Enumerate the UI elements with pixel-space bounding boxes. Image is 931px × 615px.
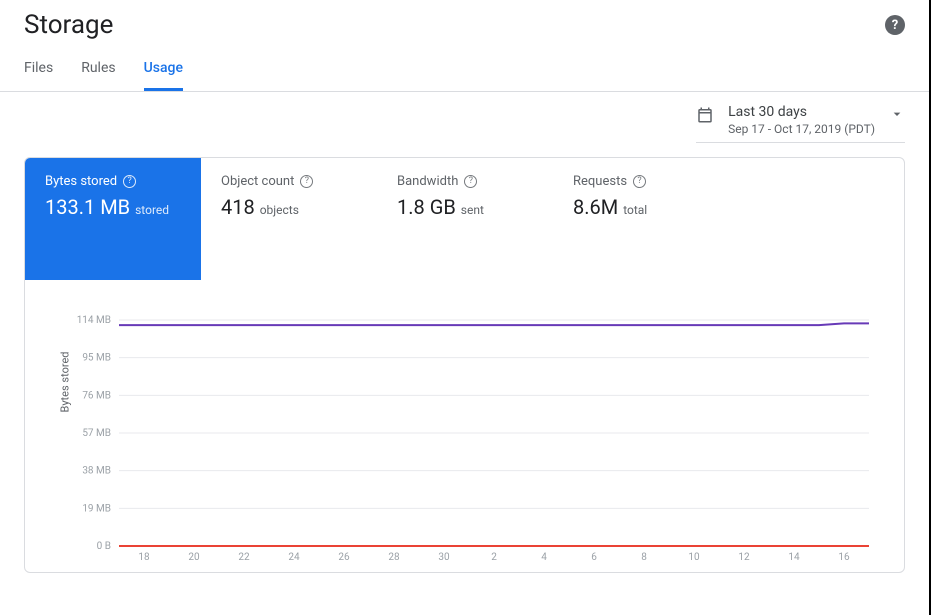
svg-text:4: 4 bbox=[541, 552, 547, 563]
info-icon[interactable]: ? bbox=[464, 175, 477, 188]
svg-text:22: 22 bbox=[238, 552, 250, 563]
metric-title: Bandwidth bbox=[397, 174, 458, 189]
svg-text:10: 10 bbox=[688, 552, 700, 563]
svg-text:24: 24 bbox=[288, 552, 300, 563]
metric-object-count[interactable]: Object count ? 418 objects bbox=[201, 158, 377, 280]
bytes-stored-chart: 0 B19 MB38 MB57 MB76 MB95 MB114 MB182022… bbox=[49, 310, 879, 570]
svg-text:28: 28 bbox=[388, 552, 400, 563]
chevron-down-icon bbox=[889, 106, 905, 126]
calendar-icon bbox=[696, 106, 714, 128]
date-range-text: Last 30 days Sep 17 - Oct 17, 2019 (PDT) bbox=[728, 104, 875, 136]
metric-unit: stored bbox=[135, 203, 169, 217]
date-range-selector[interactable]: Last 30 days Sep 17 - Oct 17, 2019 (PDT) bbox=[696, 104, 905, 143]
svg-text:0 B: 0 B bbox=[97, 541, 111, 552]
info-icon[interactable]: ? bbox=[123, 175, 136, 188]
svg-text:57 MB: 57 MB bbox=[82, 428, 111, 439]
metric-value: 8.6M bbox=[573, 195, 618, 219]
svg-text:76 MB: 76 MB bbox=[82, 390, 111, 401]
svg-text:19 MB: 19 MB bbox=[82, 503, 111, 514]
svg-text:16: 16 bbox=[838, 552, 850, 563]
svg-text:2: 2 bbox=[491, 552, 497, 563]
y-axis-label: Bytes stored bbox=[59, 352, 72, 413]
svg-text:6: 6 bbox=[591, 552, 597, 563]
svg-text:20: 20 bbox=[188, 552, 200, 563]
metric-requests[interactable]: Requests ? 8.6M total bbox=[553, 158, 729, 280]
metrics-row: Bytes stored ? 133.1 MB stored Object co… bbox=[25, 158, 904, 280]
tab-usage[interactable]: Usage bbox=[144, 60, 183, 91]
svg-text:26: 26 bbox=[338, 552, 350, 563]
metric-value: 418 bbox=[221, 195, 255, 219]
tab-files[interactable]: Files bbox=[24, 60, 53, 91]
info-icon[interactable]: ? bbox=[300, 175, 313, 188]
svg-text:95 MB: 95 MB bbox=[82, 353, 111, 364]
metric-value: 1.8 GB bbox=[397, 195, 456, 219]
svg-text:114 MB: 114 MB bbox=[77, 315, 111, 326]
usage-card: Bytes stored ? 133.1 MB stored Object co… bbox=[24, 157, 905, 573]
svg-text:18: 18 bbox=[138, 552, 150, 563]
help-icon[interactable]: ? bbox=[885, 15, 905, 35]
chart-area: Bytes stored 0 B 19 MB 38 MB 57 MB 76 MB 95 M… bbox=[25, 280, 904, 572]
svg-text:8: 8 bbox=[641, 552, 647, 563]
metric-bandwidth[interactable]: Bandwidth ? 1.8 GB sent bbox=[377, 158, 553, 280]
date-range-sub: Sep 17 - Oct 17, 2019 (PDT) bbox=[728, 122, 875, 136]
svg-text:12: 12 bbox=[738, 552, 750, 563]
metric-unit: total bbox=[623, 203, 647, 217]
metric-bytes-stored[interactable]: Bytes stored ? 133.1 MB stored bbox=[25, 158, 201, 280]
svg-text:14: 14 bbox=[788, 552, 800, 563]
tabs: Files Rules Usage bbox=[0, 40, 929, 92]
metric-unit: sent bbox=[461, 203, 484, 217]
tab-rules[interactable]: Rules bbox=[81, 60, 115, 91]
metric-title: Bytes stored bbox=[45, 174, 117, 189]
metric-title: Object count bbox=[221, 174, 294, 189]
metric-value: 133.1 MB bbox=[45, 195, 130, 219]
page-title: Storage bbox=[24, 10, 113, 40]
info-icon[interactable]: ? bbox=[633, 175, 646, 188]
date-range-label: Last 30 days bbox=[728, 104, 875, 120]
svg-text:30: 30 bbox=[438, 552, 450, 563]
svg-text:38 MB: 38 MB bbox=[82, 466, 111, 477]
metric-unit: objects bbox=[260, 203, 299, 217]
metric-title: Requests bbox=[573, 174, 627, 189]
